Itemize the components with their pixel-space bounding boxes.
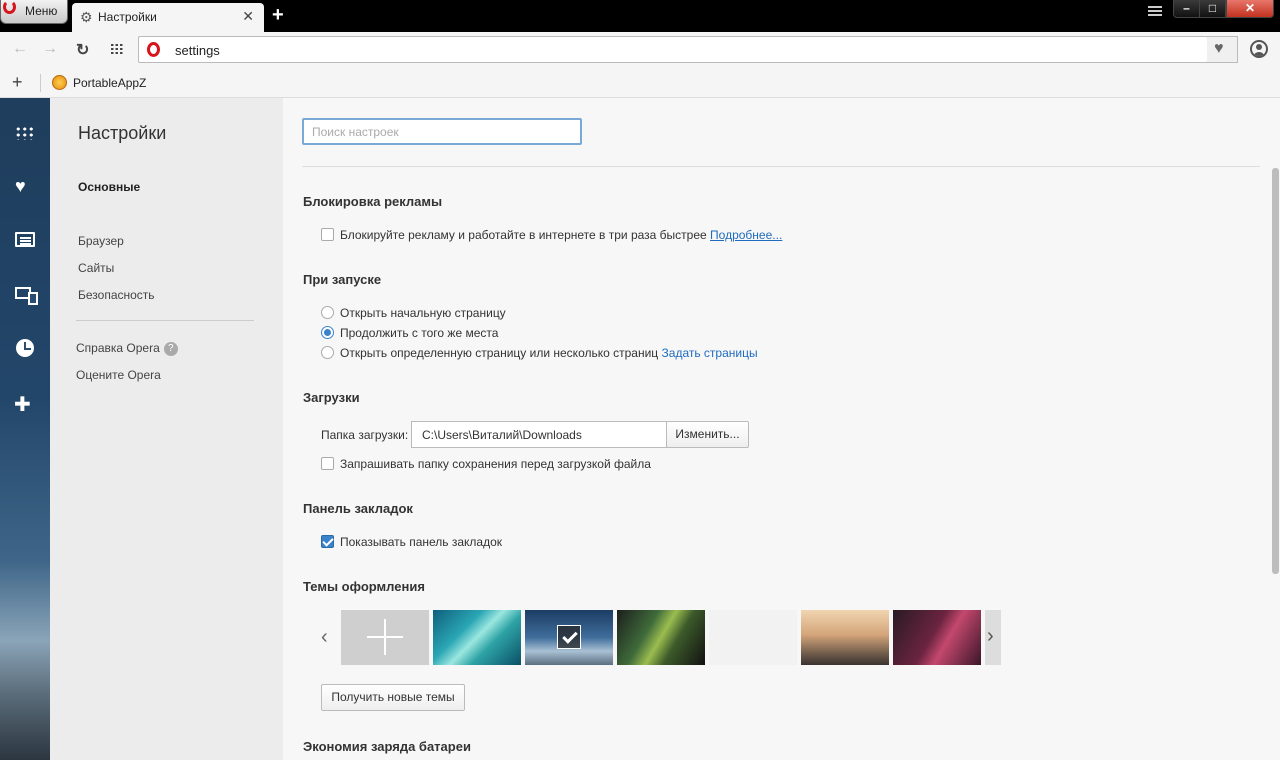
url-field[interactable]: settings (138, 36, 1208, 63)
section-title-themes: Темы оформления (303, 579, 425, 594)
startup-option-label: Продолжить с того же места (340, 326, 499, 340)
adblock-more-link[interactable]: Подробнее... (710, 228, 782, 242)
reload-icon[interactable]: ↻ (76, 40, 89, 60)
startup-radio-home[interactable] (321, 306, 334, 319)
opera-menu-button[interactable]: Меню (0, 0, 68, 24)
new-tab-button[interactable]: + (272, 4, 284, 27)
portableappz-favicon-icon (52, 75, 67, 90)
speed-dial-icon[interactable] (110, 43, 123, 55)
tab-settings[interactable]: ⚙ Настройки ✕ (72, 3, 264, 32)
themes-prev-icon[interactable]: ‹ (321, 626, 328, 649)
startup-option[interactable]: Открыть начальную страницу (321, 306, 506, 320)
theme-tile-selected[interactable] (525, 610, 613, 665)
tab-close-icon[interactable]: ✕ (242, 8, 254, 25)
scrollbar[interactable] (1270, 168, 1280, 760)
url-text: settings (175, 43, 220, 58)
bookmark-label: PortableAppZ (73, 76, 147, 90)
account-icon[interactable] (1250, 40, 1268, 58)
ask-folder-row: Запрашивать папку сохранения перед загру… (321, 457, 651, 471)
bookmarks-bar: + PortableAppZ (0, 68, 1280, 98)
ask-folder-checkbox[interactable] (321, 457, 334, 470)
section-title-downloads: Загрузки (303, 390, 360, 405)
startup-option-label: Открыть начальную страницу (340, 306, 506, 320)
adblock-label: Блокируйте рекламу и работайте в интерне… (340, 228, 707, 242)
maximize-button[interactable]: □ (1199, 0, 1226, 18)
nav-item-sites[interactable]: Сайты (78, 261, 114, 275)
add-theme-tile[interactable] (341, 610, 429, 665)
add-bookmark-button[interactable]: + (12, 72, 23, 93)
ask-folder-label: Запрашивать папку сохранения перед загру… (340, 457, 651, 471)
show-bookmarks-row: Показывать панель закладок (321, 535, 502, 549)
section-title-battery: Экономия заряда батареи (303, 739, 471, 754)
scrollbar-thumb[interactable] (1272, 168, 1279, 574)
address-bar-area: ← → ↻ settings ♥ (0, 32, 1280, 68)
startup-radio-specific[interactable] (321, 346, 334, 359)
tab-menu-icon[interactable] (1148, 6, 1162, 18)
theme-tile[interactable] (433, 610, 521, 665)
startup-radio-continue[interactable] (321, 326, 334, 339)
bookmarks-divider (40, 74, 41, 92)
download-folder-field[interactable]: C:\Users\Виталий\Downloads (411, 421, 667, 448)
news-icon[interactable] (15, 232, 35, 247)
section-title-adblock: Блокировка рекламы (303, 194, 443, 209)
opera-logo-icon (147, 42, 160, 57)
nav-item-security[interactable]: Безопасность (78, 288, 155, 302)
adblock-checkbox[interactable] (321, 228, 334, 241)
change-folder-button[interactable]: Изменить... (666, 421, 749, 448)
download-folder-label: Папка загрузки: (321, 428, 409, 442)
section-title-bookmarks: Панель закладок (303, 501, 413, 516)
nav-item-basic[interactable]: Основные (78, 180, 140, 194)
theme-tile[interactable] (709, 610, 797, 665)
settings-search-input[interactable] (302, 118, 582, 145)
themes-next-button[interactable]: › (985, 610, 1001, 665)
forward-arrow-icon[interactable]: → (42, 40, 58, 58)
opera-logo-icon (3, 0, 16, 14)
theme-tile[interactable] (617, 610, 705, 665)
minimize-button[interactable]: – (1173, 0, 1200, 18)
theme-tile[interactable] (801, 610, 889, 665)
back-arrow-icon[interactable]: ← (12, 40, 28, 58)
menu-label: Меню (25, 4, 58, 18)
adblock-row: Блокируйте рекламу и работайте в интерне… (321, 228, 782, 242)
show-bookmarks-label: Показывать панель закладок (340, 535, 503, 549)
heart-icon: ♥ (1214, 40, 1224, 57)
chevron-right-icon: › (987, 625, 994, 647)
heart-icon[interactable]: ♥ (15, 176, 35, 196)
nav-item-browser[interactable]: Браузер (78, 234, 124, 248)
nav-divider (76, 320, 254, 321)
section-divider (302, 166, 1260, 167)
set-pages-link[interactable]: Задать страницы (662, 346, 758, 360)
sidebar: ♥ ✚ (0, 98, 50, 760)
extensions-puzzle-icon[interactable]: ✚ (14, 392, 34, 416)
section-title-startup: При запуске (303, 272, 382, 287)
startup-option-label: Открыть определенную страницу или нескол… (340, 346, 659, 360)
startup-option[interactable]: Открыть определенную страницу или нескол… (321, 346, 758, 360)
show-bookmarks-checkbox[interactable] (321, 535, 334, 548)
tab-title: Настройки (98, 10, 157, 24)
startup-option[interactable]: Продолжить с того же места (321, 326, 498, 340)
gear-icon: ⚙ (80, 9, 93, 25)
nav-help-link[interactable]: Справка Opera? (76, 341, 178, 356)
bookmark-heart-button[interactable]: ♥ (1207, 36, 1238, 63)
checkmark-icon (557, 625, 581, 649)
title-bar: Меню ⚙ Настройки ✕ + – □ ✕ (0, 0, 1280, 32)
help-question-icon: ? (163, 341, 178, 356)
settings-title: Настройки (78, 123, 167, 143)
close-window-button[interactable]: ✕ (1226, 0, 1274, 18)
history-clock-icon[interactable] (16, 339, 34, 357)
get-new-themes-button[interactable]: Получить новые темы (321, 684, 465, 711)
settings-content: Блокировка рекламы Блокируйте рекламу и … (283, 98, 1280, 760)
help-label: Справка Opera (76, 341, 160, 355)
theme-tile[interactable] (893, 610, 981, 665)
devices-icon[interactable] (15, 287, 38, 305)
settings-nav: Настройки Основные Браузер Сайты Безопас… (50, 98, 283, 760)
nav-rate-link[interactable]: Оцените Opera (76, 368, 161, 382)
speed-dial-icon[interactable] (15, 126, 35, 140)
